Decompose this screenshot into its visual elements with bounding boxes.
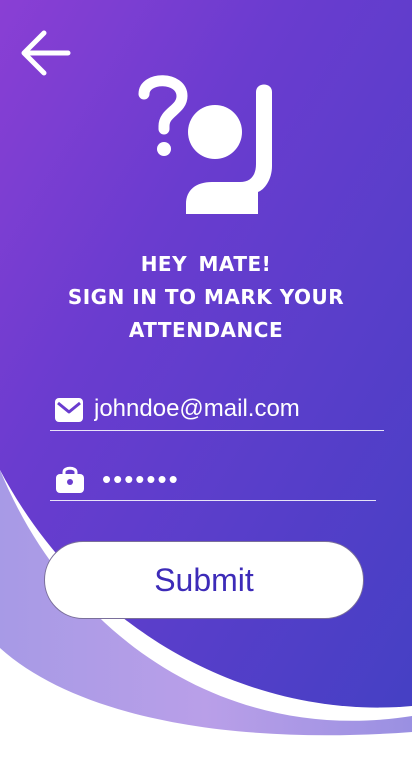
- mail-icon: [55, 398, 83, 422]
- raised-hand-question-icon: [138, 75, 272, 214]
- back-arrow-icon: [21, 30, 71, 76]
- email-field: [50, 390, 384, 431]
- heading-instruction: SIGN IN TO MARK YOUR: [67, 285, 345, 309]
- back-button[interactable]: [18, 28, 74, 78]
- email-input[interactable]: [94, 390, 374, 428]
- heading-instruction-cont: ATTENDANCE: [128, 318, 284, 342]
- password-field: [50, 460, 382, 501]
- heading-greeting: HEY MATE!: [140, 252, 272, 276]
- password-input[interactable]: [102, 460, 382, 498]
- lock-icon: [56, 466, 84, 493]
- submit-button[interactable]: Submit: [44, 541, 364, 619]
